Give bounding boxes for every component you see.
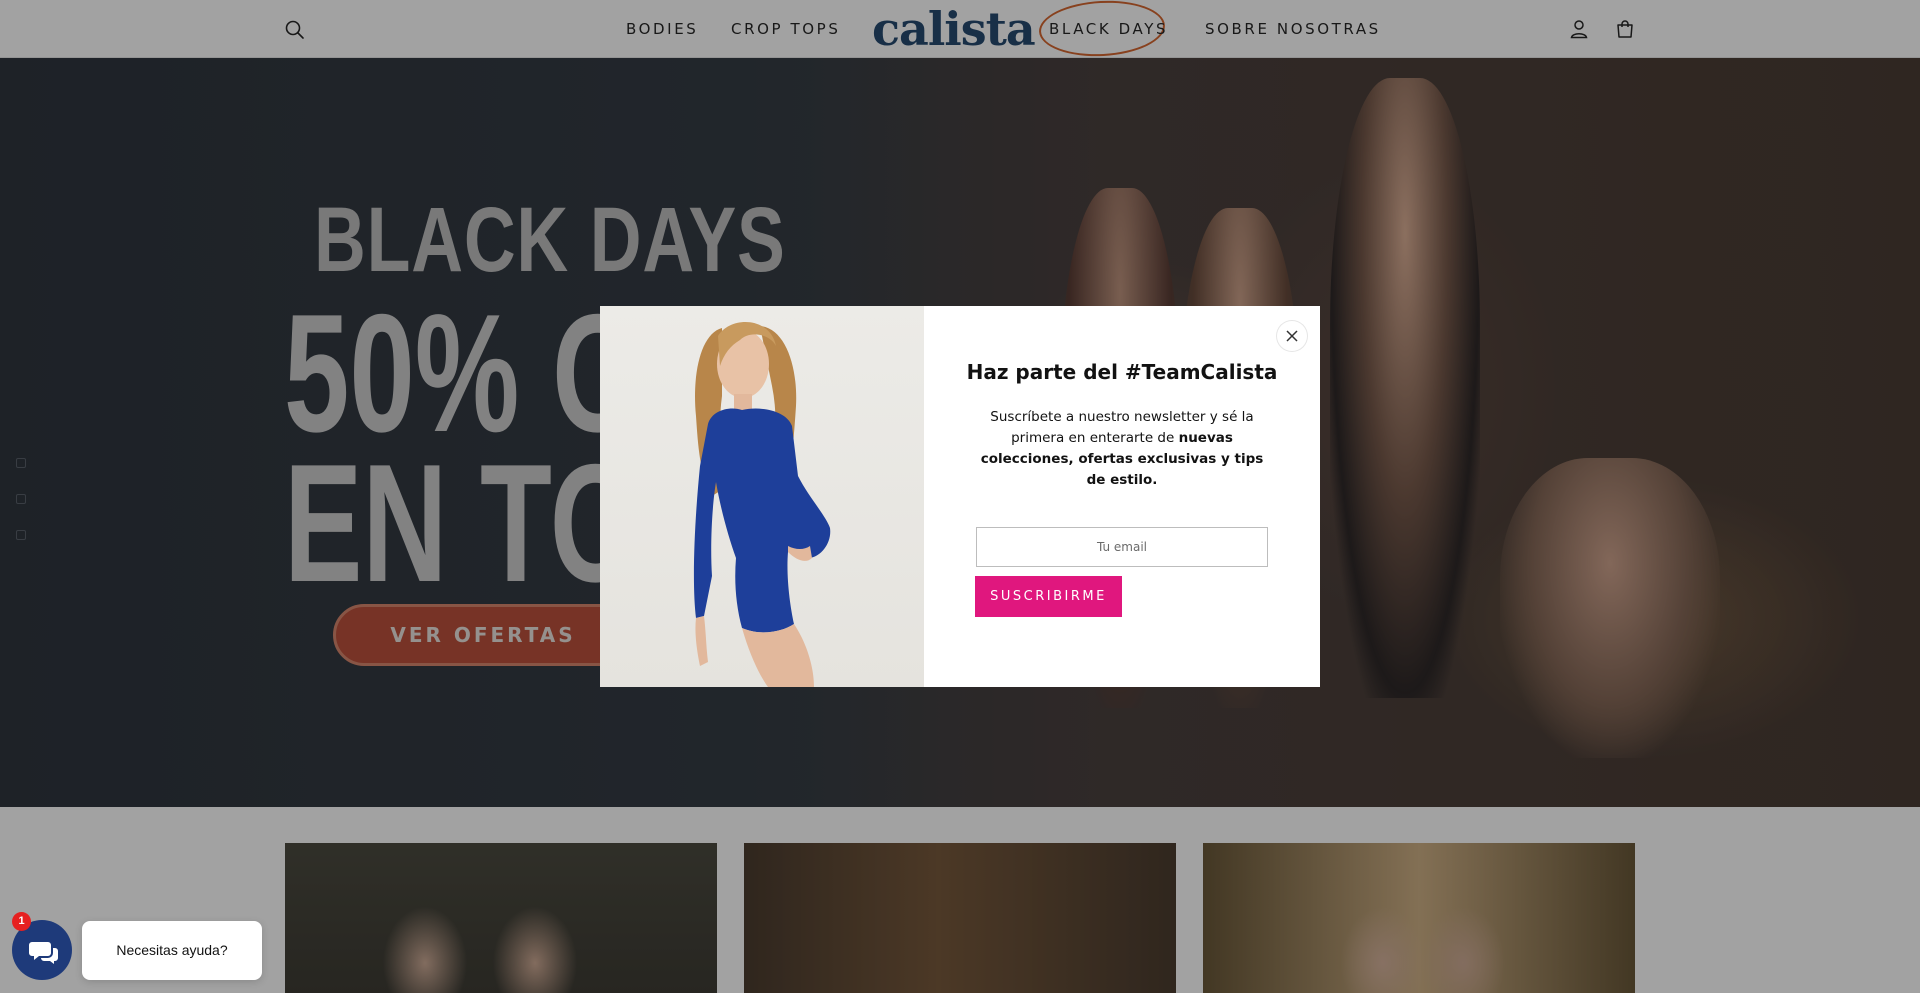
popup-title: Haz parte del #TeamCalista [966, 360, 1278, 384]
chat-prompt[interactable]: Necesitas ayuda? [82, 921, 262, 980]
popup-description: Suscríbete a nuestro newsletter y sé la … [972, 407, 1272, 491]
close-icon[interactable] [1277, 321, 1307, 351]
chat-notification-badge: 1 [12, 912, 31, 931]
popup-content: Haz parte del #TeamCalista Suscríbete a … [924, 306, 1320, 687]
model-illustration [693, 322, 831, 687]
popup-model-image [600, 306, 924, 687]
email-field[interactable] [976, 527, 1268, 567]
newsletter-popup: Haz parte del #TeamCalista Suscríbete a … [600, 306, 1320, 687]
subscribe-button[interactable]: SUSCRIBIRME [975, 576, 1122, 617]
